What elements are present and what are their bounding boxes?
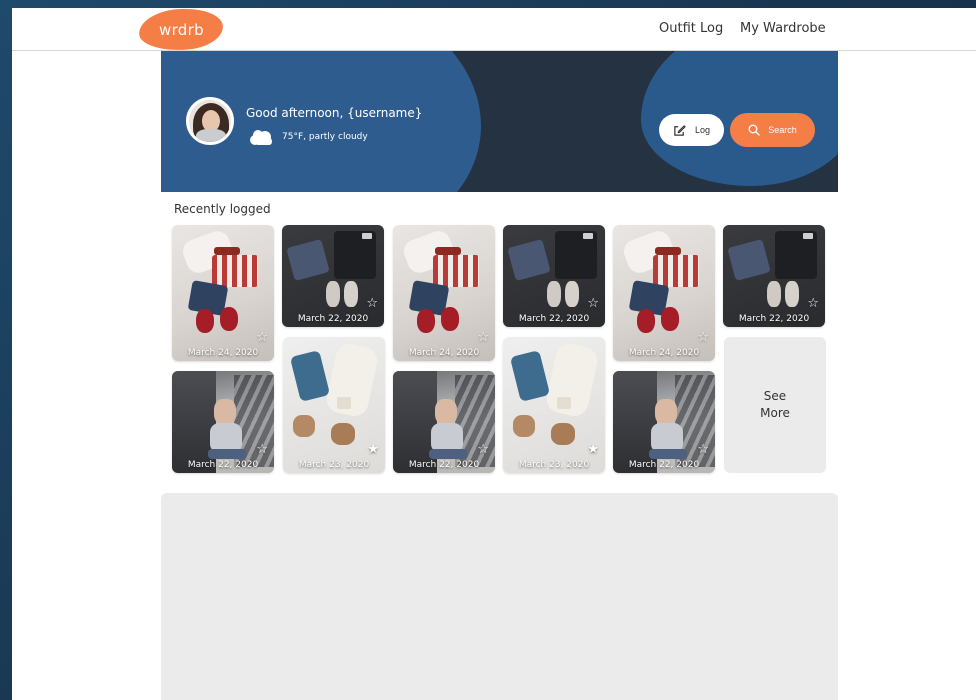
see-more-button[interactable]: See More [724, 337, 826, 473]
outfit-date: March 24, 2020 [408, 348, 480, 358]
outfit-card[interactable]: ★ March 23, 2020 [283, 337, 385, 473]
favorite-star-icon[interactable]: ☆ [807, 297, 819, 310]
favorite-star-icon[interactable]: ☆ [477, 443, 489, 456]
top-nav: wrdrb Outfit Log My Wardrobe [12, 8, 976, 53]
logo[interactable]: wrdrb [137, 8, 225, 53]
outfit-date: March 22, 2020 [628, 460, 700, 470]
outfit-card[interactable]: ☆ March 22, 2020 [723, 225, 825, 327]
outfit-card[interactable]: ★ March 23, 2020 [503, 337, 605, 473]
outfit-card[interactable]: ☆ March 22, 2020 [503, 225, 605, 327]
recently-logged-title: Recently logged [174, 202, 271, 216]
outfit-card[interactable]: ☆ March 24, 2020 [393, 225, 495, 361]
greeting-text: Good afternoon, {username} [246, 106, 423, 120]
outfit-date: March 22, 2020 [187, 460, 259, 470]
outfit-card[interactable]: ☆ March 22, 2020 [172, 371, 274, 473]
favorite-star-icon[interactable]: ★ [587, 443, 599, 456]
favorite-star-icon[interactable]: ☆ [366, 297, 378, 310]
favorite-star-icon[interactable]: ☆ [477, 331, 489, 344]
nav-link-outfit-log[interactable]: Outfit Log [659, 21, 723, 36]
weather-text: 75°F, partly cloudy [282, 132, 368, 142]
outfit-card[interactable]: ☆ March 22, 2020 [393, 371, 495, 473]
logo-text: wrdrb [158, 20, 204, 39]
favorite-star-icon[interactable]: ☆ [697, 331, 709, 344]
favorite-star-icon[interactable]: ★ [367, 443, 379, 456]
see-more-line1: See [763, 389, 787, 404]
outfit-date: March 22, 2020 [408, 460, 480, 470]
outfit-date: March 22, 2020 [518, 314, 590, 324]
outfit-date: March 24, 2020 [628, 348, 700, 358]
search-icon [748, 124, 760, 136]
favorite-star-icon[interactable]: ☆ [256, 331, 268, 344]
see-more-line2: More [760, 406, 790, 420]
outfit-date: March 22, 2020 [738, 314, 810, 324]
outfit-card[interactable]: ☆ March 22, 2020 [282, 225, 384, 327]
favorite-star-icon[interactable]: ☆ [256, 443, 268, 456]
outfit-card[interactable]: ☆ March 22, 2020 [613, 371, 715, 473]
favorite-star-icon[interactable]: ☆ [697, 443, 709, 456]
nav-link-my-wardrobe[interactable]: My Wardrobe [740, 21, 826, 36]
search-button-label: Search [768, 125, 797, 135]
search-button[interactable]: Search [730, 113, 815, 147]
cloud-icon [250, 130, 272, 145]
app-window: wrdrb Outfit Log My Wardrobe Good aftern… [12, 8, 976, 700]
avatar[interactable] [186, 97, 234, 145]
outfit-date: March 23, 2020 [298, 460, 370, 470]
hero-banner: Good afternoon, {username} 75°F, partly … [161, 51, 838, 192]
content-panel [161, 493, 838, 700]
log-button[interactable]: Log [659, 114, 724, 146]
outfit-date: March 24, 2020 [187, 348, 259, 358]
favorite-star-icon[interactable]: ☆ [587, 297, 599, 310]
outfit-date: March 22, 2020 [297, 314, 369, 324]
log-button-label: Log [694, 125, 711, 135]
outfit-date: March 23, 2020 [518, 460, 590, 470]
edit-icon [674, 124, 686, 136]
outfit-card[interactable]: ☆ March 24, 2020 [613, 225, 715, 361]
outfit-card[interactable]: ☆ March 24, 2020 [172, 225, 274, 361]
